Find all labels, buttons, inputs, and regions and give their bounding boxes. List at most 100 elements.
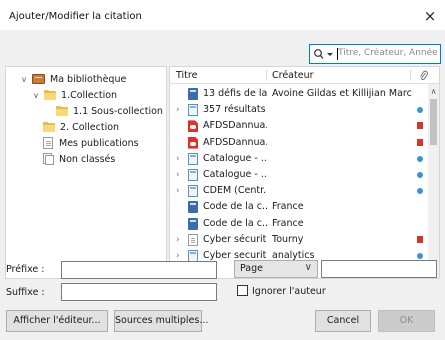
pdf-attachment-icon[interactable] [417, 138, 423, 146]
table-row[interactable]: AFDSDannua... [170, 135, 429, 151]
item-title: Cyber sécurit... [203, 233, 267, 245]
item-creator: France [272, 217, 304, 229]
suffix-label: Suffixe : [6, 287, 45, 298]
collection-1-collection[interactable]: ∨ 1.Collection [31, 87, 117, 103]
chevron-right-icon[interactable]: › [176, 105, 184, 115]
book-icon [188, 201, 198, 214]
item-creator: Tourny [272, 233, 304, 245]
dialog-body: Titre, Créateur, Année ∨ Ma bibliothèque… [0, 30, 445, 340]
unfiled-icon [43, 153, 54, 165]
table-row[interactable]: Code de la c... France [170, 199, 429, 215]
items-pane[interactable]: Titre Créateur 13 défis de la... Avoine G… [169, 66, 440, 279]
items-scrollbar[interactable]: ∧ ∨ [428, 84, 439, 278]
item-creator: Avoine Gildas et Killijian Marc-... [272, 88, 412, 99]
item-title: AFDSDannua... [203, 120, 267, 132]
chevron-right-icon[interactable]: › [176, 186, 184, 196]
title-bar: Ajouter/Modifier la citation × [0, 0, 445, 30]
collection-label: 2. Collection [60, 121, 120, 133]
search-icon[interactable] [313, 48, 335, 61]
folder-icon [44, 90, 56, 100]
item-title: 13 défis de la... [203, 88, 267, 99]
locator-select-value: Page [240, 263, 263, 274]
attachment-dot-icon[interactable] [417, 172, 423, 178]
folder-icon [43, 122, 55, 132]
attachment-dot-icon[interactable] [417, 253, 423, 259]
attachment-dot-icon[interactable] [417, 188, 423, 195]
paperclip-icon[interactable] [419, 70, 428, 81]
attachment-dot-icon[interactable] [417, 155, 423, 162]
collection-1-1-sous-collection[interactable]: 1.1 Sous-collection [56, 103, 163, 119]
chevron-right-icon[interactable]: › [176, 154, 184, 164]
collections-pane[interactable]: ∨ Ma bibliothèque ∨ 1.Collection 1.1 Sou… [5, 66, 167, 279]
item-title: CDEM (Centr... [203, 185, 267, 197]
item-creator: France [272, 201, 304, 213]
table-row[interactable]: › Catalogue - ... [170, 167, 429, 183]
webpage-icon [188, 152, 198, 165]
collection-label: 1.1 Sous-collection [73, 105, 163, 117]
pdf-attachment-icon[interactable] [417, 235, 423, 243]
webpage-icon [188, 169, 198, 181]
item-title: AFDSDannua... [203, 136, 267, 148]
scroll-up-arrow[interactable]: ∧ [428, 86, 439, 97]
chevron-down-icon[interactable]: ∨ [31, 90, 41, 100]
ignore-author-label[interactable]: Ignorer l'auteur [252, 286, 326, 297]
column-header-creator[interactable]: Créateur [272, 70, 314, 81]
item-title: Code de la c... [203, 217, 267, 229]
table-row[interactable]: › Catalogue - ... [170, 151, 429, 167]
collection-unfiled[interactable]: Non classés [43, 151, 115, 167]
document-icon [188, 233, 198, 246]
table-row[interactable]: › Cyber sécurit... Tourny [170, 232, 429, 248]
item-title: Catalogue - ... [203, 169, 267, 180]
search-placeholder: Titre, Créateur, Année [338, 48, 438, 58]
column-separator[interactable] [410, 70, 411, 81]
pdf-icon [188, 136, 198, 149]
multiple-sources-button[interactable]: Sources multiples... [114, 310, 208, 332]
attachment-dot-icon[interactable] [417, 107, 423, 114]
collection-label: Ma bibliothèque [50, 73, 127, 85]
show-editor-button[interactable]: Afficher l'éditeur... [6, 310, 108, 332]
pdf-attachment-icon[interactable] [417, 122, 423, 130]
table-row[interactable]: AFDSDannua... [170, 118, 429, 134]
book-icon [188, 217, 198, 230]
collection-label: Mes publications [59, 137, 139, 149]
webpage-icon [188, 185, 198, 198]
search-input[interactable]: Titre, Créateur, Année [309, 44, 441, 64]
item-title: Catalogue - ... [203, 152, 267, 164]
prefix-label: Préfixe : [6, 264, 45, 275]
collection-my-library[interactable]: ∨ Ma bibliothèque [19, 71, 126, 87]
book-icon [188, 88, 198, 100]
chevron-down-icon[interactable]: ∨ [305, 262, 312, 273]
library-icon [32, 74, 45, 84]
table-header: Titre Créateur [170, 67, 439, 84]
chevron-right-icon[interactable]: › [176, 251, 184, 261]
table-row[interactable]: Code de la c... France [170, 216, 429, 232]
cancel-button[interactable]: Cancel [315, 310, 371, 332]
webpage-icon [188, 104, 198, 117]
column-separator[interactable] [266, 70, 267, 81]
table-row[interactable]: › 357 résultats ... [170, 102, 429, 118]
collection-my-publications[interactable]: Mes publications [43, 135, 139, 151]
ignore-author-checkbox[interactable] [237, 285, 248, 296]
pdf-icon [188, 120, 198, 133]
window-title: Ajouter/Modifier la citation [9, 11, 142, 22]
ok-button[interactable]: OK [378, 310, 435, 332]
item-title: 357 résultats ... [203, 104, 267, 116]
locator-select[interactable]: Page ∨ [234, 260, 318, 278]
suffix-input[interactable] [61, 283, 217, 301]
table-row[interactable]: 13 défis de la... Avoine Gildas et Killij… [170, 86, 429, 102]
table-row[interactable]: › CDEM (Centr... [170, 183, 429, 199]
collection-label: Non classés [59, 153, 116, 165]
chevron-right-icon[interactable]: › [176, 235, 184, 245]
document-icon [43, 137, 53, 149]
item-title: Code de la c... [203, 201, 267, 213]
collection-2-collection[interactable]: 2. Collection [43, 119, 119, 135]
folder-icon [56, 106, 68, 116]
chevron-right-icon[interactable]: › [176, 170, 184, 180]
scroll-thumb[interactable] [430, 99, 437, 145]
prefix-input[interactable] [61, 261, 217, 279]
chevron-down-icon[interactable]: ∨ [19, 74, 29, 84]
close-icon[interactable]: × [421, 7, 439, 25]
column-header-title[interactable]: Titre [176, 70, 197, 81]
locator-input[interactable] [321, 260, 437, 278]
collection-label: 1.Collection [61, 89, 118, 101]
